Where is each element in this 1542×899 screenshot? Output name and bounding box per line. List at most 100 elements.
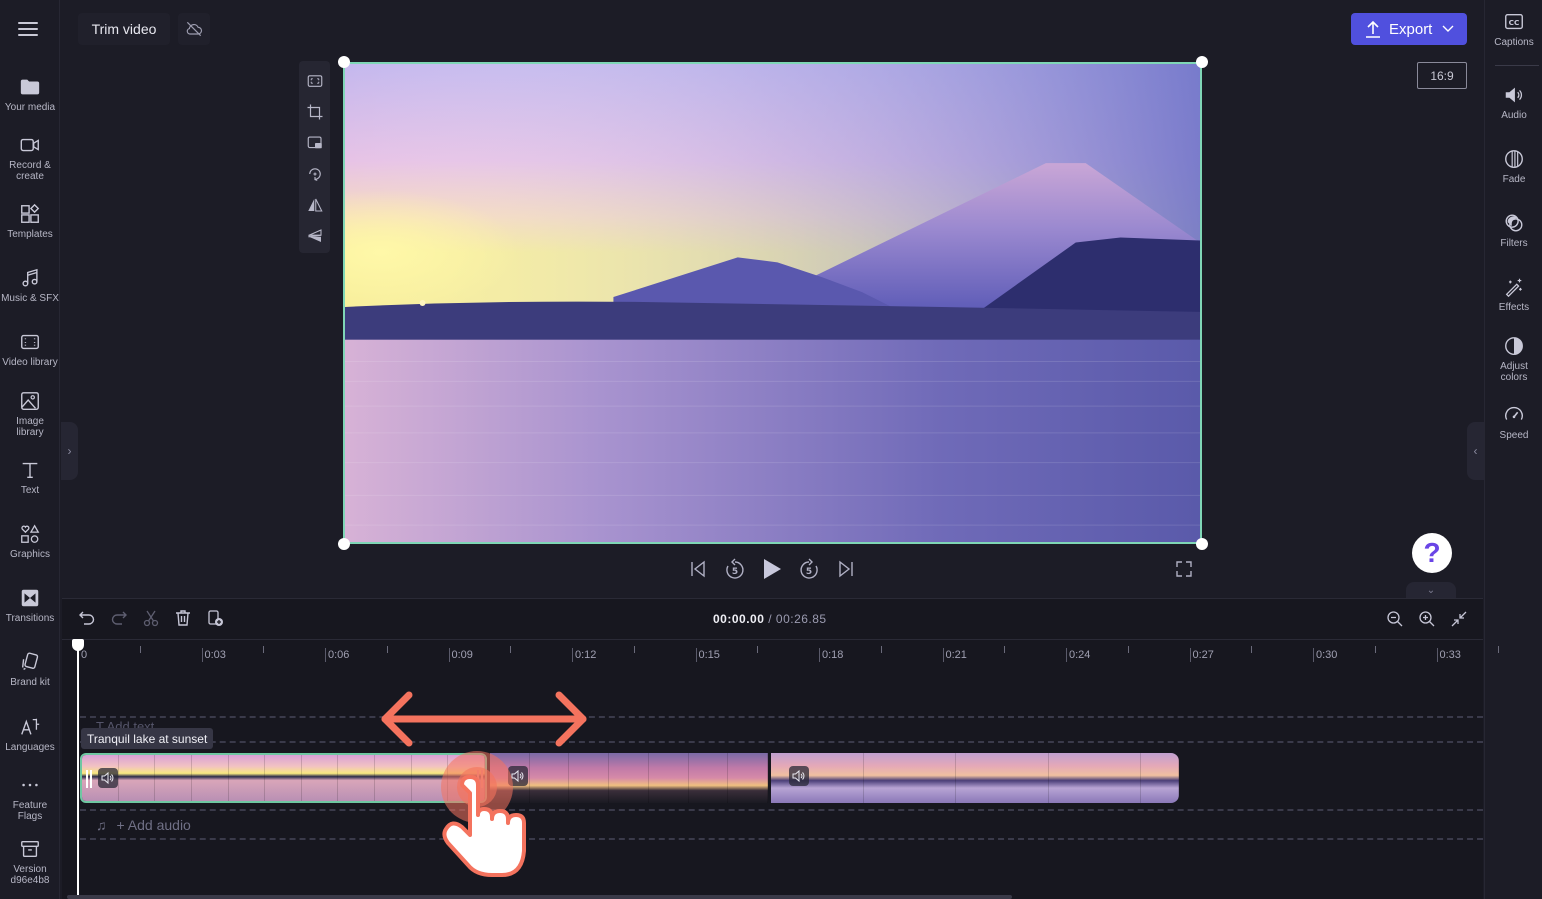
transitions-icon — [21, 589, 39, 607]
trim-handle-right[interactable] — [477, 770, 483, 788]
upload-icon — [1366, 20, 1380, 38]
text-icon — [22, 462, 38, 479]
project-title-input[interactable]: Trim video — [78, 13, 170, 45]
forward-5-button[interactable]: 5 — [797, 557, 821, 581]
sidebar-item-brand-kit[interactable]: Brand kit — [0, 651, 60, 688]
sidebar-item-video-library[interactable]: Video library — [0, 331, 60, 368]
video-preview[interactable] — [343, 62, 1202, 544]
zoom-controls — [1384, 608, 1480, 630]
rewind-seconds-label: 5 — [732, 567, 738, 577]
zoom-in-button[interactable] — [1416, 608, 1438, 630]
sidebar-item-transitions[interactable]: Transitions — [0, 587, 60, 624]
ruler-major-tick — [201, 648, 203, 662]
sidebar-item-your-media[interactable]: Your media — [0, 76, 60, 113]
add-audio-track[interactable]: ♫ + Add audio — [96, 817, 191, 833]
help-button[interactable]: ? — [1412, 533, 1452, 573]
picture-in-picture-button[interactable] — [303, 129, 327, 156]
export-label: Export — [1389, 20, 1433, 38]
flip-horizontal-button[interactable] — [303, 191, 327, 218]
crop-button[interactable] — [303, 98, 327, 125]
aspect-ratio-button[interactable]: 16:9 — [1417, 62, 1467, 89]
rewind-5-button[interactable]: 5 — [723, 557, 747, 581]
right-sidebar: CC Captions Audio Fade Filters Effects A… — [1484, 0, 1542, 899]
zoom-out-button[interactable] — [1384, 608, 1406, 630]
cloud-sync-status-button[interactable] — [178, 13, 210, 45]
video-clip-sunset-clouds[interactable] — [490, 753, 768, 803]
sidebar-item-label: Image library — [16, 416, 44, 438]
playhead-handle[interactable] — [72, 639, 84, 651]
fit-timeline-button[interactable] — [1448, 608, 1470, 630]
hamburger-menu-icon[interactable] — [18, 20, 40, 38]
delete-button[interactable] — [172, 607, 194, 629]
right-panel-audio[interactable]: Audio — [1485, 84, 1542, 121]
fit-button[interactable] — [303, 67, 327, 94]
timeline-ruler[interactable]: 0 0:03 0:06 0:09 0:12 0:15 0:18 0:21 0:24 0:27 0:3… — [62, 639, 1500, 665]
right-panel-effects[interactable]: Effects — [1485, 276, 1542, 313]
rotate-icon — [308, 167, 321, 181]
speaker-icon — [101, 771, 114, 785]
ruler-tick-label: 0 — [81, 649, 88, 661]
undo-button[interactable] — [76, 607, 98, 629]
ruler-tick-label: 0:06 — [328, 649, 350, 661]
resize-handle-top-right[interactable] — [1196, 56, 1208, 68]
brand-kit-icon — [21, 652, 39, 670]
fit-icon — [307, 74, 322, 87]
right-panel-adjust-colors[interactable]: Adjust colors — [1485, 335, 1542, 383]
clip-volume-button[interactable] — [789, 766, 809, 786]
video-clip-beach-sunset[interactable] — [771, 753, 1179, 803]
skip-to-end-button[interactable] — [834, 557, 858, 581]
sidebar-item-version[interactable]: Version d96e4b8 — [0, 838, 60, 886]
time-separator: / — [764, 612, 776, 626]
fullscreen-button[interactable] — [1174, 559, 1194, 579]
sidebar-item-graphics[interactable]: Graphics — [0, 523, 60, 560]
sidebar-item-label: Feature Flags — [12, 800, 48, 822]
resize-handle-bottom-left[interactable] — [338, 538, 350, 550]
ruler-minor-tick — [1251, 646, 1253, 653]
preview-toolbar — [299, 61, 330, 253]
play-button[interactable] — [760, 557, 784, 581]
ruler-tick-label: 0:30 — [1316, 649, 1338, 661]
flip-vertical-button[interactable] — [303, 222, 327, 249]
right-panel-captions[interactable]: CC Captions — [1485, 11, 1542, 48]
sidebar-item-record-create[interactable]: Record & create — [0, 134, 60, 182]
redo-button[interactable] — [108, 607, 130, 629]
sidebar-item-label: Templates — [7, 229, 53, 240]
resize-handle-top-left[interactable] — [338, 56, 350, 68]
split-button[interactable] — [140, 607, 162, 629]
sidebar-item-languages[interactable]: Languages — [0, 716, 60, 753]
camera-icon — [20, 138, 39, 152]
redo-icon — [111, 611, 127, 625]
rotate-button[interactable] — [303, 160, 327, 187]
svg-text:CC: CC — [1509, 18, 1520, 27]
sidebar-item-image-library[interactable]: Image library — [0, 390, 60, 438]
sidebar-item-templates[interactable]: Templates — [0, 203, 60, 240]
sidebar-item-music-sfx[interactable]: Music & SFX — [0, 267, 60, 304]
right-panel-fade[interactable]: Fade — [1485, 148, 1542, 185]
ruler-minor-tick — [757, 646, 759, 653]
video-clip-tranquil-lake[interactable] — [80, 753, 487, 803]
track-divider — [80, 838, 1483, 840]
skip-to-start-button[interactable] — [686, 557, 710, 581]
timeline-horizontal-scrollbar[interactable] — [67, 895, 1012, 899]
collapse-timeline-button[interactable]: ⌄ — [1406, 582, 1456, 598]
expand-left-panel-button[interactable]: › — [61, 422, 78, 480]
languages-icon — [21, 718, 40, 735]
trim-handle-left[interactable] — [86, 770, 92, 788]
export-button[interactable]: Export — [1351, 13, 1467, 45]
right-panel-label: Filters — [1500, 238, 1528, 249]
right-panel-speed[interactable]: Speed — [1485, 404, 1542, 441]
resize-handle-bottom-right[interactable] — [1196, 538, 1208, 550]
magic-wand-icon — [1505, 278, 1522, 298]
ruler-tick-label: 0:21 — [945, 649, 967, 661]
sidebar-item-text[interactable]: Text — [0, 459, 60, 496]
expand-right-panel-button[interactable]: ‹ — [1467, 422, 1484, 480]
right-panel-filters[interactable]: Filters — [1485, 212, 1542, 249]
clip-volume-button[interactable] — [508, 766, 528, 786]
sidebar-item-feature-flags[interactable]: Feature Flags — [0, 774, 60, 822]
clip-name-tooltip: Tranquil lake at sunset — [81, 728, 214, 749]
clip-volume-button[interactable] — [98, 768, 118, 788]
duplicate-add-icon — [208, 610, 223, 626]
duplicate-button[interactable] — [204, 607, 226, 629]
right-panel-label: Audio — [1501, 110, 1527, 121]
image-icon — [21, 392, 39, 410]
